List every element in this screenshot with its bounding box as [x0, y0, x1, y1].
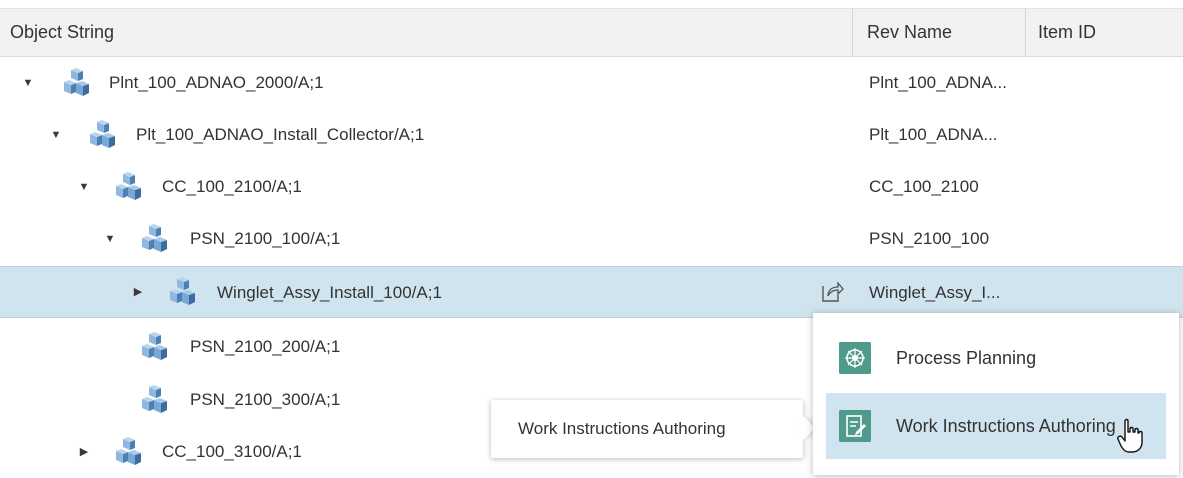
- tooltip: Work Instructions Authoring: [491, 400, 816, 458]
- menu-item-process-planning[interactable]: Process Planning: [826, 325, 1166, 391]
- table-header: Object String Rev Name Item ID: [0, 9, 1183, 57]
- assembly-cube-icon: [140, 332, 168, 362]
- expand-toggle-icon[interactable]: ▶: [132, 286, 144, 298]
- menu-item-work-instructions-authoring[interactable]: Work Instructions Authoring: [826, 393, 1166, 459]
- collapse-toggle-icon[interactable]: ▼: [50, 129, 62, 141]
- rev-name-cell: PSN_2100_100: [869, 229, 990, 248]
- tree-row-selected[interactable]: ▶ Winglet_Assy_Install_100/A;1 Winglet_A…: [0, 266, 1183, 318]
- assembly-cube-icon: [168, 277, 196, 307]
- rev-name-cell: CC_100_2100: [869, 177, 979, 196]
- tree-row[interactable]: ▼ PSN_2100_100/A;1 PSN_2100_100: [0, 213, 1183, 265]
- menu-item-label: Work Instructions Authoring: [896, 416, 1116, 436]
- object-string-cell: Plt_100_ADNAO_Install_Collector/A;1: [136, 125, 425, 144]
- hand-cursor-icon: [1117, 418, 1143, 453]
- process-planning-icon: [839, 342, 871, 374]
- object-string-cell: Winglet_Assy_Install_100/A;1: [217, 283, 442, 302]
- tree-row[interactable]: ▼ Plt_100_ADNAO_Install_Collector/A;1 Pl…: [0, 109, 1183, 161]
- object-string-cell: CC_100_2100/A;1: [162, 177, 302, 196]
- top-border: [0, 0, 1183, 9]
- expand-toggle-icon[interactable]: ▶: [78, 446, 90, 458]
- rev-name-cell: Plt_100_ADNA...: [869, 125, 998, 144]
- assembly-cube-icon: [140, 385, 168, 415]
- menu-item-label: Process Planning: [896, 348, 1037, 368]
- object-string-cell: PSN_2100_300/A;1: [190, 390, 341, 409]
- collapse-toggle-icon[interactable]: ▼: [22, 77, 34, 89]
- tooltip-text: Work Instructions Authoring: [518, 419, 726, 438]
- assembly-cube-icon: [62, 68, 90, 98]
- column-header-rev-name[interactable]: Rev Name: [853, 9, 1026, 56]
- column-header-item-id[interactable]: Item ID: [1026, 9, 1183, 56]
- tree-row[interactable]: ▼ Plnt_100_ADNAO_2000/A;1 Plnt_100_ADNA.…: [0, 57, 1183, 109]
- collapse-toggle-icon[interactable]: ▼: [104, 233, 116, 245]
- column-header-object-string[interactable]: Object String: [0, 9, 853, 56]
- object-string-cell: PSN_2100_200/A;1: [190, 337, 341, 356]
- collapse-toggle-icon[interactable]: ▼: [78, 181, 90, 193]
- work-instructions-icon: [839, 410, 871, 442]
- rev-name-cell: Winglet_Assy_I...: [869, 283, 1001, 302]
- object-string-cell: Plnt_100_ADNAO_2000/A;1: [109, 73, 324, 92]
- tree-row[interactable]: ▼ CC_100_2100/A;1 CC_100_2100: [0, 161, 1183, 213]
- assembly-cube-icon: [114, 437, 142, 467]
- open-in-icon[interactable]: [820, 280, 844, 304]
- assembly-cube-icon: [140, 224, 168, 254]
- assembly-cube-icon: [114, 172, 142, 202]
- assembly-cube-icon: [88, 120, 116, 150]
- object-string-cell: PSN_2100_100/A;1: [190, 229, 341, 248]
- object-string-cell: CC_100_3100/A;1: [162, 442, 302, 461]
- rev-name-cell: Plnt_100_ADNA...: [869, 73, 1007, 92]
